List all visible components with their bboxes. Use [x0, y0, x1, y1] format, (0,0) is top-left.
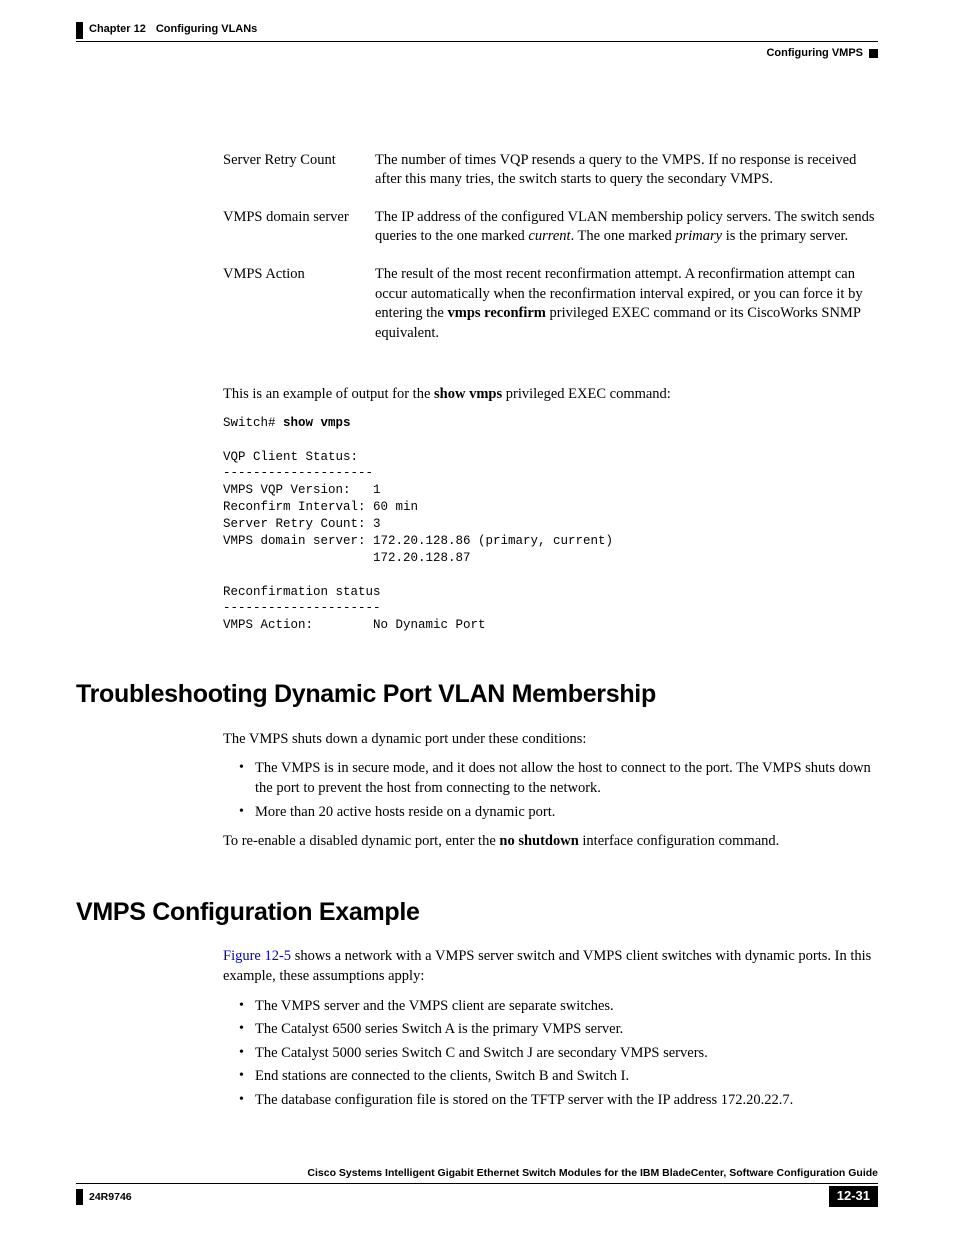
example-intro: This is an example of output for the sho…: [223, 385, 878, 405]
list-item: The VMPS is in secure mode, and it does …: [241, 759, 878, 798]
figure-ref-link[interactable]: Figure 12-5: [223, 948, 291, 964]
definition-desc: The IP address of the configured VLAN me…: [375, 208, 878, 265]
definition-row: VMPS domain serverThe IP address of the …: [223, 208, 878, 265]
header-marker-icon: [869, 49, 878, 58]
definition-desc: The result of the most recent reconfirma…: [375, 265, 878, 361]
sec2-bullets: The VMPS server and the VMPS client are …: [223, 997, 878, 1111]
definition-term: Server Retry Count: [223, 151, 375, 208]
list-item: End stations are connected to the client…: [241, 1067, 878, 1087]
doc-id: 24R9746: [76, 1189, 132, 1205]
sec2-intro-rest: shows a network with a VMPS server switc…: [223, 948, 871, 984]
sec2-intro: Figure 12-5 shows a network with a VMPS …: [223, 947, 878, 986]
running-header: Chapter 12 Configuring VLANs: [76, 22, 878, 39]
list-item: The VMPS server and the VMPS client are …: [241, 997, 878, 1017]
cli-command: show vmps: [283, 416, 351, 430]
cli-block: Switch# show vmps VQP Client Status: ---…: [223, 415, 878, 634]
heading-troubleshooting: Troubleshooting Dynamic Port VLAN Member…: [76, 678, 878, 712]
header-rule: [76, 41, 878, 42]
definition-term: VMPS Action: [223, 265, 375, 361]
sec1-bullets: The VMPS is in secure mode, and it does …: [223, 759, 878, 822]
definition-table: Server Retry CountThe number of times VQ…: [223, 151, 878, 362]
list-item: The database configuration file is store…: [241, 1091, 878, 1111]
chapter-title: Configuring VLANs: [156, 22, 257, 37]
sec1-intro: The VMPS shuts down a dynamic port under…: [223, 730, 878, 750]
page-number-badge: 12-31: [829, 1186, 878, 1207]
definition-term: VMPS domain server: [223, 208, 375, 265]
cli-prompt: Switch#: [223, 416, 283, 430]
sec1-outro: To re-enable a disabled dynamic port, en…: [223, 832, 878, 852]
heading-vmps-config-example: VMPS Configuration Example: [76, 896, 878, 930]
list-item: More than 20 active hosts reside on a dy…: [241, 803, 878, 823]
definition-desc: The number of times VQP resends a query …: [375, 151, 878, 208]
definition-row: Server Retry CountThe number of times VQ…: [223, 151, 878, 208]
page-footer: Cisco Systems Intelligent Gigabit Ethern…: [76, 1166, 878, 1207]
chapter-label: Chapter 12: [89, 22, 146, 37]
cli-output: VQP Client Status: -------------------- …: [223, 450, 613, 633]
list-item: The Catalyst 5000 series Switch C and Sw…: [241, 1044, 878, 1064]
list-item: The Catalyst 6500 series Switch A is the…: [241, 1020, 878, 1040]
section-title: Configuring VMPS: [766, 46, 863, 61]
definition-row: VMPS ActionThe result of the most recent…: [223, 265, 878, 361]
book-title: Cisco Systems Intelligent Gigabit Ethern…: [76, 1166, 878, 1184]
